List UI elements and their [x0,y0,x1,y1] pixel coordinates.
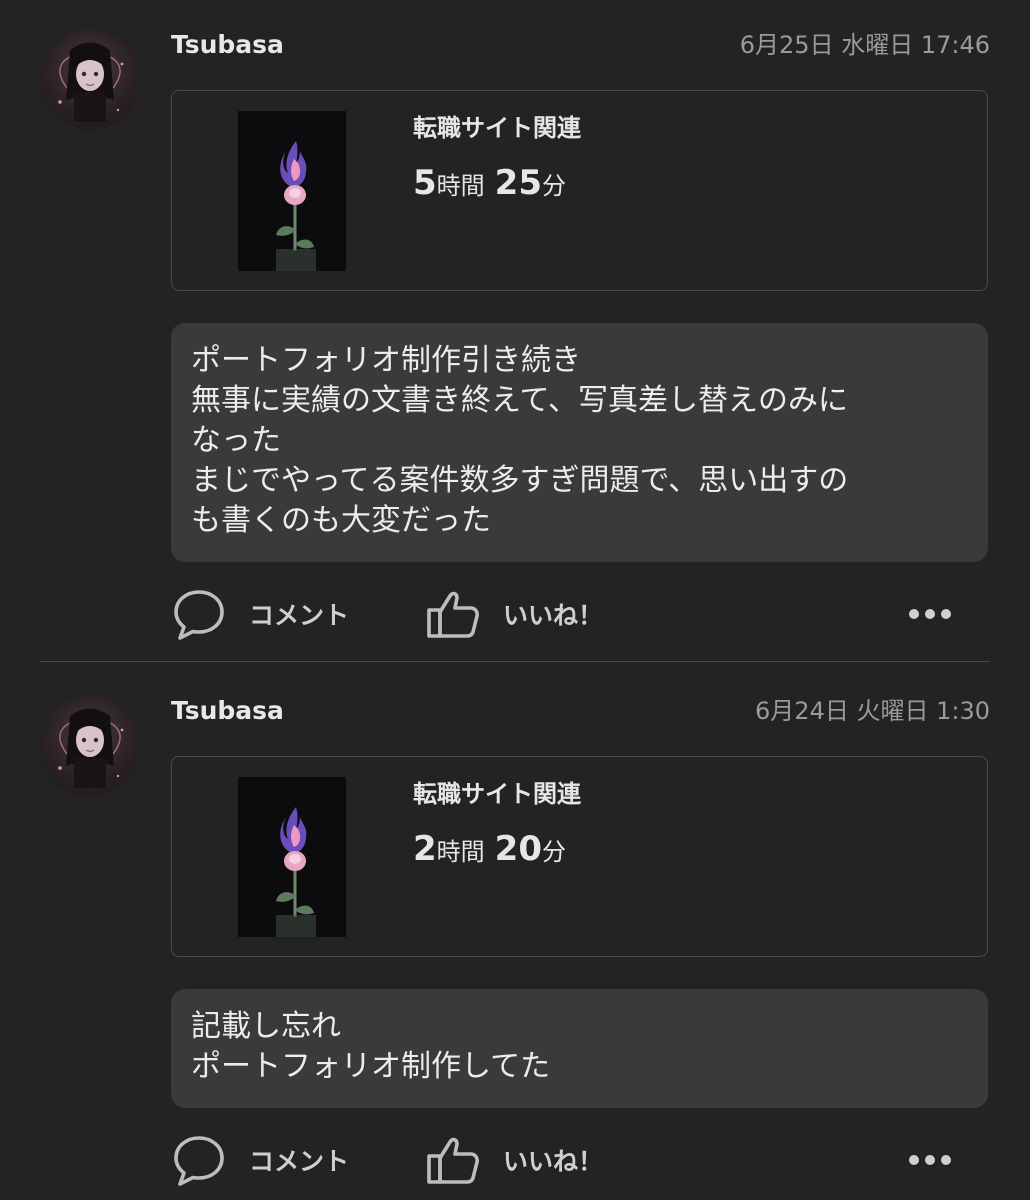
post-timestamp: 6月25日 水曜日 17:46 [739,31,990,59]
thumbs-up-icon [427,1137,479,1184]
like-label: いいね！ [503,601,604,630]
username[interactable]: Tsubasa [171,696,284,726]
post-note: ポートフォリオ制作引き続き 無事に実績の文書き終えて、写真差し替えのみに なった… [171,323,988,562]
duration-minutes: 25 [494,163,542,203]
post-note-text: 記載し忘れ ポートフォリオ制作してた [191,1009,551,1084]
username[interactable]: Tsubasa [171,30,284,60]
record-title: 転職サイト関連 [413,114,581,142]
more-options-button[interactable] [907,584,953,644]
record-duration: 2時間 20分 [413,829,566,875]
comment-label: コメント [249,601,350,630]
more-dots-icon [909,1155,951,1165]
comment-button[interactable]: コメント [171,584,349,644]
post-note: 記載し忘れ ポートフォリオ制作してた [171,989,988,1108]
record-title: 転職サイト関連 [413,780,581,808]
speech-bubble-icon [174,1136,224,1186]
avatar[interactable] [40,30,140,130]
like-button[interactable]: いいね！ [425,1130,603,1190]
duration-minutes: 20 [494,829,542,869]
more-dots-icon [909,609,951,619]
duration-hours: 2 [413,829,437,869]
avatar[interactable] [40,696,140,796]
thumbs-up-icon [427,591,479,638]
post-timestamp: 6月24日 火曜日 1:30 [755,697,990,725]
like-label: いいね！ [503,1147,604,1176]
comment-label: コメント [249,1147,350,1176]
duration-hours: 5 [413,163,437,203]
post-divider [40,661,990,662]
post-actions: コメント いいね！ [171,1130,988,1190]
more-options-button[interactable] [907,1130,953,1190]
like-button[interactable]: いいね！ [425,584,603,644]
post-actions: コメント いいね！ [171,584,988,644]
record-thumbnail [238,777,346,937]
record-thumbnail [238,111,346,271]
duration-hours-unit: 時間 [436,172,485,200]
comment-button[interactable]: コメント [171,1130,349,1190]
study-record-card[interactable]: 転職サイト関連 2時間 20分 [171,756,988,957]
speech-bubble-icon [174,590,224,640]
duration-hours-unit: 時間 [436,838,485,866]
duration-minutes-unit: 分 [542,838,566,866]
study-record-card[interactable]: 転職サイト関連 5時間 25分 [171,90,988,291]
post-note-text: ポートフォリオ制作引き続き 無事に実績の文書き終えて、写真差し替えのみに なった… [191,343,849,538]
record-duration: 5時間 25分 [413,163,566,209]
duration-minutes-unit: 分 [542,172,566,200]
